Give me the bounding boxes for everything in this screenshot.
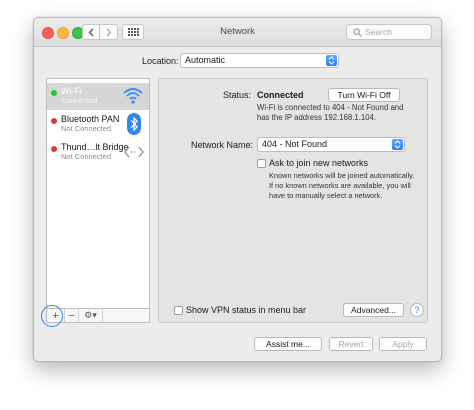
service-name: Bluetooth PAN [61, 114, 120, 124]
search-icon [353, 28, 362, 37]
help-button[interactable]: ? [410, 303, 424, 317]
select-stepper-icon [392, 139, 403, 150]
show-vpn-label: Show VPN status in menu bar [186, 305, 307, 315]
network-name-value: 404 - Not Found [262, 139, 328, 149]
service-name: Thund…lt Bridge [61, 142, 129, 152]
status-label: Status: [223, 90, 252, 100]
status-dot [51, 146, 57, 152]
service-status: Not Connected [61, 152, 112, 161]
service-status: Connected [61, 96, 98, 105]
assist-me-button[interactable]: Assist me... [254, 337, 322, 351]
ask-to-join-checkbox[interactable] [257, 159, 266, 168]
network-name-label: Network Name: [191, 140, 254, 150]
service-item-bluetooth-pan[interactable]: Bluetooth PAN Not Connected [47, 111, 149, 138]
search-placeholder: Search [365, 27, 392, 37]
status-description: Wi-Fi is connected to 404 - Not Found an… [257, 103, 404, 122]
service-name: Wi-Fi [61, 86, 82, 96]
apply-button[interactable]: Apply [379, 337, 427, 351]
highlight-ring [41, 305, 63, 327]
service-actions-menu[interactable]: ⚙▾ [79, 309, 103, 322]
turn-wifi-off-button[interactable]: Turn Wi-Fi Off [328, 88, 400, 102]
bluetooth-icon [127, 113, 141, 135]
status-dot [51, 118, 57, 124]
revert-button[interactable]: Revert [329, 337, 373, 351]
service-list: Wi-Fi Connected Bluetooth PAN Not Connec… [46, 78, 150, 309]
advanced-button[interactable]: Advanced... [343, 303, 404, 317]
title-bar: Network Search [34, 18, 441, 47]
remove-service-button[interactable]: − [65, 309, 79, 322]
location-select[interactable]: Automatic [180, 53, 339, 68]
select-stepper-icon [326, 55, 337, 66]
network-window: Network Search Location: Automatic Wi-Fi… [33, 17, 442, 362]
status-value: Connected [257, 90, 304, 100]
service-item-wifi[interactable]: Wi-Fi Connected [47, 83, 149, 110]
ask-to-join-label: Ask to join new networks [269, 158, 369, 168]
status-dot [51, 90, 57, 96]
ask-to-join-description: Known networks will be joined automatica… [269, 171, 415, 200]
wifi-icon [123, 88, 143, 104]
location-value: Automatic [185, 55, 226, 65]
thunderbolt-bridge-icon [124, 146, 144, 158]
service-item-thunderbolt-bridge[interactable]: Thund…lt Bridge Not Connected [47, 139, 149, 166]
search-field[interactable]: Search [346, 24, 432, 40]
service-status: Not Connected [61, 124, 112, 133]
network-name-select[interactable]: 404 - Not Found [257, 137, 405, 152]
location-label: Location: [142, 56, 179, 66]
show-vpn-checkbox[interactable] [174, 306, 183, 315]
